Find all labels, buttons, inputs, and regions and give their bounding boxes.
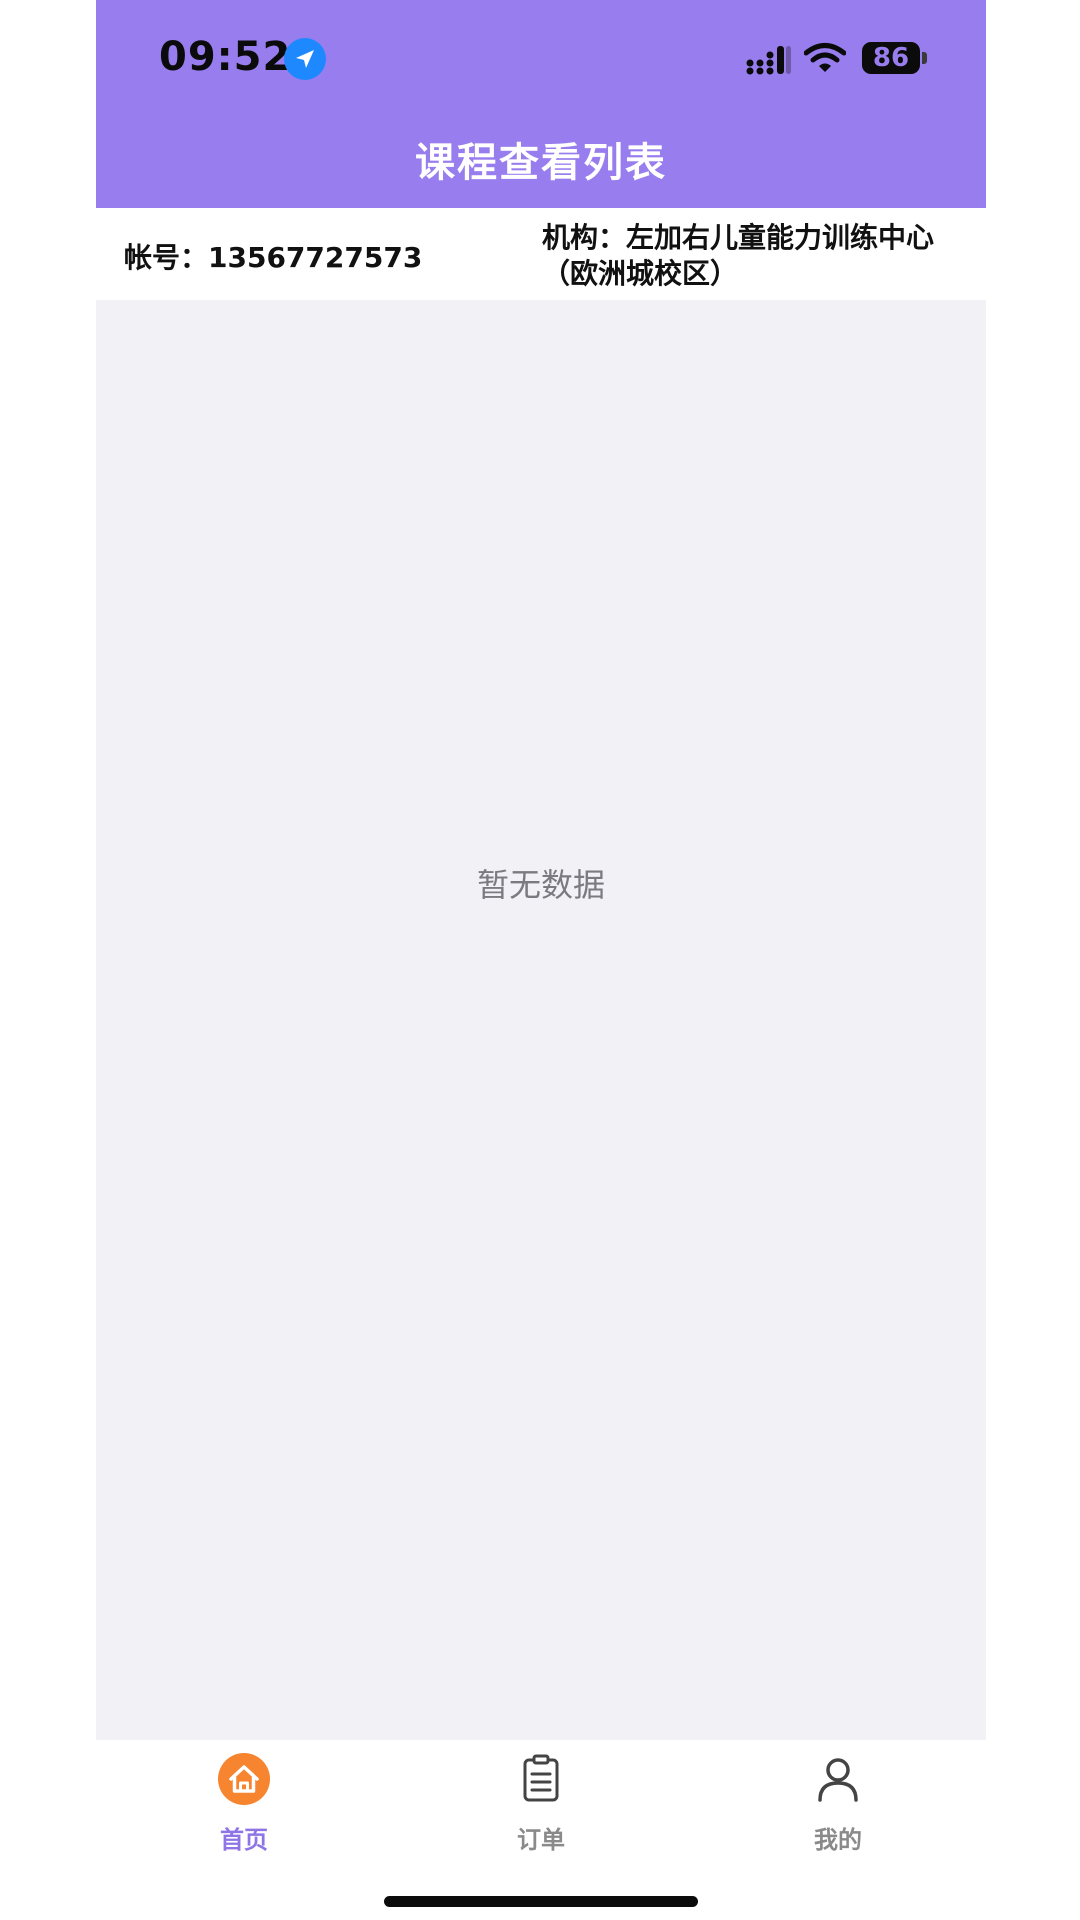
phone-screen: 09:52 86 课程查看列表 帐号：13567727573 机构：左加右儿童能… xyxy=(96,0,986,1920)
course-list[interactable]: 暂无数据 xyxy=(96,300,986,1740)
tab-profile[interactable]: 我的 xyxy=(758,1752,918,1862)
tab-bar: 首页 订单 我的 xyxy=(96,1740,986,1920)
order-list-icon xyxy=(523,1754,559,1802)
signal-icon xyxy=(746,46,791,75)
battery-icon: 86 xyxy=(862,42,920,74)
tab-home[interactable]: 首页 xyxy=(164,1752,324,1862)
battery-nub xyxy=(922,52,927,64)
tab-orders-label: 订单 xyxy=(517,1826,565,1854)
user-icon xyxy=(818,1758,858,1802)
home-indicator[interactable] xyxy=(384,1896,698,1907)
status-time: 09:52 xyxy=(159,34,292,80)
organization-label: 机构：左加右儿童能力训练中心（欧洲城校区） xyxy=(542,221,935,290)
info-row: 帐号：13567727573 机构：左加右儿童能力训练中心（欧洲城校区） xyxy=(96,208,986,300)
battery-level: 86 xyxy=(872,43,910,73)
tab-orders[interactable]: 订单 xyxy=(461,1752,621,1862)
tab-home-label: 首页 xyxy=(220,1826,268,1854)
header-bar: 09:52 86 课程查看列表 xyxy=(96,0,986,208)
location-icon xyxy=(284,38,326,80)
stage: 09:52 86 课程查看列表 帐号：13567727573 机构：左加右儿童能… xyxy=(0,0,1080,1920)
wifi-icon xyxy=(804,43,846,72)
account-label: 帐号：13567727573 xyxy=(124,241,423,274)
empty-state-text: 暂无数据 xyxy=(476,866,605,904)
status-bar: 09:52 86 xyxy=(96,0,986,120)
page-title: 课程查看列表 xyxy=(415,140,667,186)
home-icon xyxy=(218,1753,270,1805)
tab-profile-label: 我的 xyxy=(814,1826,862,1854)
